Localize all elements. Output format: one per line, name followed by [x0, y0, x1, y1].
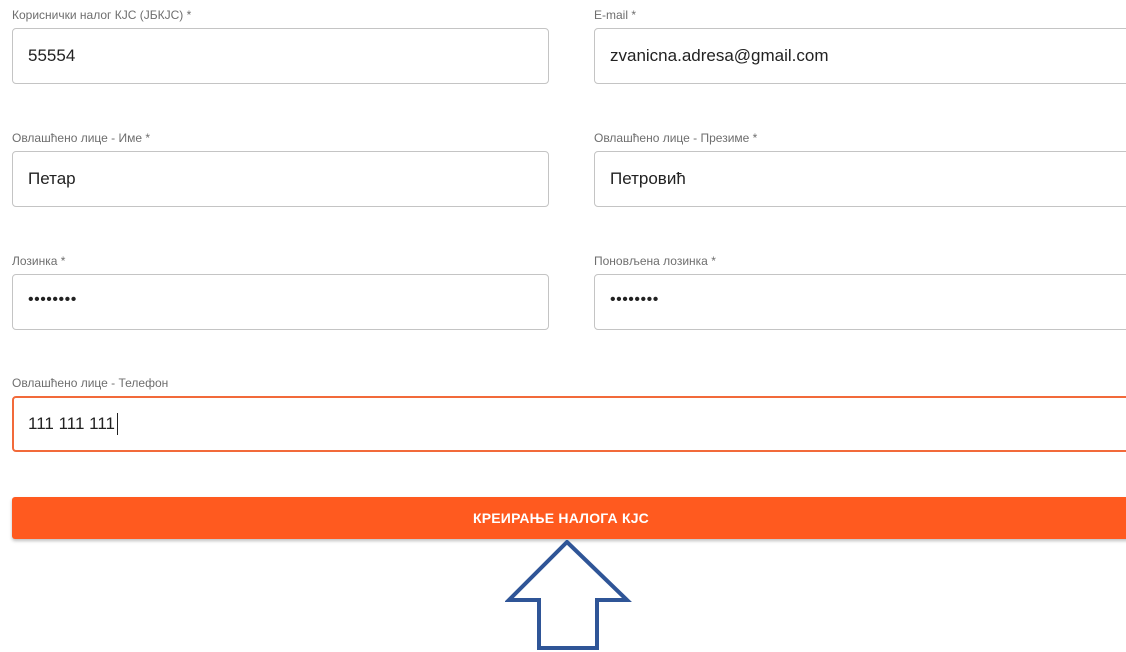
last-name-value: Петровић [610, 169, 686, 188]
email-label: E-mail * [594, 8, 637, 22]
email-field-group: E-mail * zvanicna.adresa@gmail.com [594, 8, 1126, 88]
create-account-button-label: КРЕИРАЊЕ НАЛОГА КЈС [472, 510, 649, 526]
password-repeat-input[interactable]: •••••••• [594, 274, 1126, 330]
text-caret [116, 413, 118, 435]
email-input[interactable]: zvanicna.adresa@gmail.com [594, 28, 1126, 84]
password-field-group: Лозинка * •••••••• [12, 254, 549, 334]
password-repeat-label: Поновљена лозинка * [594, 254, 716, 268]
create-account-button[interactable]: КРЕИРАЊЕ НАЛОГА КЈС [12, 497, 1126, 539]
first-name-value: Петар [28, 169, 76, 188]
phone-field-group: Овлашћено лице - Телефон 111 111 111 [12, 376, 1126, 456]
password-repeat-field-group: Поновљена лозинка * •••••••• [594, 254, 1126, 334]
email-value: zvanicna.adresa@gmail.com [610, 46, 829, 65]
password-repeat-value: •••••••• [610, 291, 659, 308]
password-label: Лозинка * [12, 254, 66, 268]
phone-label: Овлашћено лице - Телефон [12, 376, 169, 390]
password-value: •••••••• [28, 291, 77, 308]
first-name-label: Овлашћено лице - Име * [12, 131, 151, 145]
account-field-group: Кориснички налог КЈС (ЈБКЈС) * 55554 [12, 8, 549, 88]
first-name-input[interactable]: Петар [12, 151, 549, 207]
last-name-input[interactable]: Петровић [594, 151, 1126, 207]
account-input[interactable]: 55554 [12, 28, 549, 84]
last-name-label: Овлашћено лице - Презиме * [594, 131, 758, 145]
up-arrow-icon [505, 540, 632, 650]
password-input[interactable]: •••••••• [12, 274, 549, 330]
account-label: Кориснички налог КЈС (ЈБКЈС) * [12, 8, 192, 22]
first-name-field-group: Овлашћено лице - Име * Петар [12, 131, 549, 211]
phone-value: 111 111 111 [28, 414, 115, 433]
account-value: 55554 [28, 46, 76, 65]
last-name-field-group: Овлашћено лице - Презиме * Петровић [594, 131, 1126, 211]
phone-input[interactable]: 111 111 111 [12, 396, 1126, 452]
